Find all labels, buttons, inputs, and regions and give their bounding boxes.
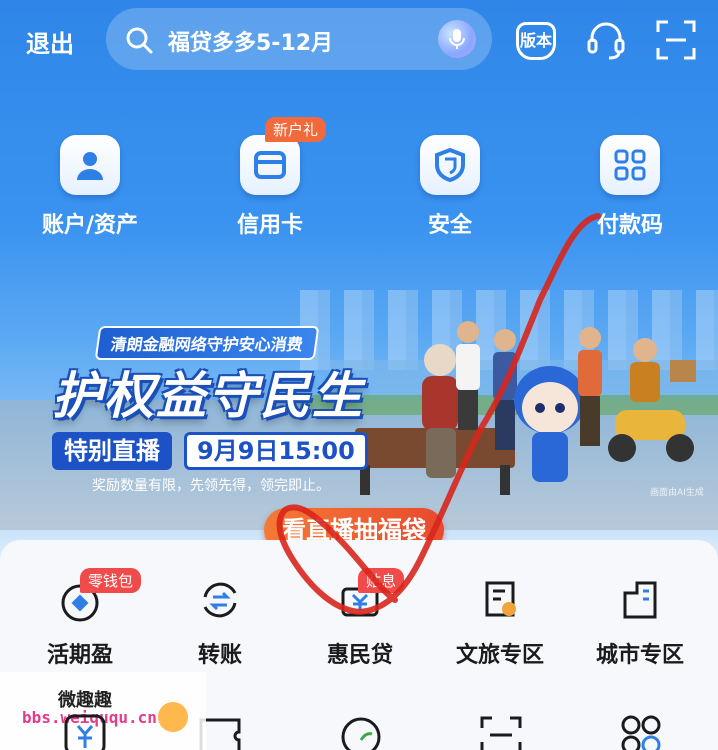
search-icon: [126, 27, 153, 54]
quick-entry-label: 付款码: [596, 213, 663, 238]
service-culture-tourism[interactable]: 文旅专区: [440, 575, 560, 669]
apps-grid-icon[interactable]: [616, 710, 666, 750]
quick-entry-payment-code[interactable]: 付款码: [575, 135, 685, 239]
yuan-icon[interactable]: [60, 710, 110, 750]
quick-entry-credit-card[interactable]: 信用卡: [215, 135, 325, 239]
hero-section: 退出 福贷多多5-12月 版本 新户礼 账户/资产 信用卡 安全 付款码 清朗金…: [0, 0, 718, 560]
live-label: 特别直播: [52, 432, 172, 470]
search-placeholder: 福贷多多5-12月: [168, 31, 334, 56]
quick-entry-label: 安全: [427, 213, 472, 238]
service-city-zone[interactable]: 城市专区: [580, 575, 700, 669]
service-transfer[interactable]: 转账: [160, 575, 280, 669]
live-datetime: 9月9日15:00: [184, 432, 368, 470]
service-label: 惠民贷: [326, 643, 393, 668]
version-icon[interactable]: 版本: [516, 22, 556, 60]
top-bar: 退出 福贷多多5-12月 版本: [0, 0, 718, 80]
building-icon: [615, 575, 665, 625]
scan-frame-icon[interactable]: [476, 710, 526, 750]
customer-service-icon[interactable]: [584, 18, 628, 62]
service-label: 活期盈: [46, 643, 113, 668]
new-user-gift-badge: 新户礼: [265, 117, 327, 142]
qr-code-icon: [600, 135, 660, 195]
subsidy-badge: 贴息: [358, 568, 405, 593]
quick-entry-label: 信用卡: [236, 213, 303, 238]
globe-icon[interactable]: [336, 710, 386, 750]
service-label: 文旅专区: [455, 643, 544, 668]
watermark-avatar: [158, 702, 188, 732]
search-bar[interactable]: 福贷多多5-12月: [106, 8, 492, 70]
quick-entry-security[interactable]: 安全: [395, 135, 505, 239]
quick-entry-account-assets[interactable]: 账户/资产: [35, 135, 145, 239]
pocket-money-badge: 零钱包: [80, 568, 142, 593]
logout-button[interactable]: 退出: [26, 24, 74, 59]
ai-generated-note: 画面由AI生成: [650, 488, 704, 498]
banner-title: 护权益守民生: [52, 367, 364, 425]
quick-entry-label: 账户/资产: [41, 213, 139, 238]
shield-icon: [420, 135, 480, 195]
person-icon: [60, 135, 120, 195]
service-label: 转账: [197, 643, 242, 668]
banner-subtitle: 清朗金融网络守护安心消费: [94, 326, 320, 360]
promo-banner[interactable]: 清朗金融网络守护安心消费 护权益守民生 特别直播 9月9日15:00 奖励数量有…: [0, 260, 718, 560]
scroll-icon: [475, 575, 525, 625]
scan-icon[interactable]: [654, 18, 698, 62]
service-label: 城市专区: [595, 643, 684, 668]
banner-note: 奖励数量有限，先领先得，领完即止。: [92, 478, 330, 494]
transfer-icon: [195, 575, 245, 625]
card-icon: [240, 135, 300, 195]
voice-icon[interactable]: [438, 20, 476, 58]
